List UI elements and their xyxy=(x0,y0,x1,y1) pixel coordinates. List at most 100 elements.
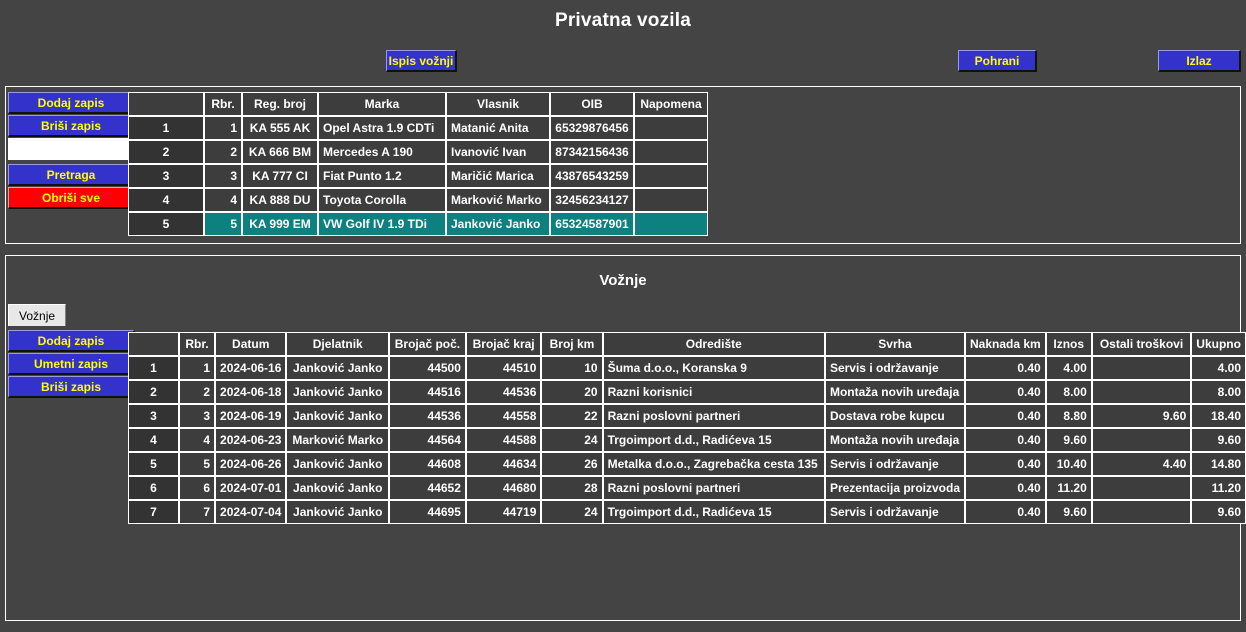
cell-svrha[interactable]: Montaža novih uređaja xyxy=(824,428,965,452)
cell-datum[interactable]: 2024-06-23 xyxy=(215,428,287,452)
cell-vlasnik[interactable]: Maričić Marica xyxy=(446,164,550,188)
trips-add-record-button[interactable]: Dodaj zapis xyxy=(8,330,135,352)
cell-datum[interactable]: 2024-07-04 xyxy=(215,500,287,524)
cell-datum[interactable]: 2024-06-26 xyxy=(215,452,287,476)
row-header-cell[interactable]: 2 xyxy=(128,380,179,404)
trips-col-iznos[interactable]: Iznos xyxy=(1045,332,1092,356)
cell-djelatnik[interactable]: Janković Janko xyxy=(286,500,390,524)
cell-brojac-poc[interactable]: 44695 xyxy=(389,500,466,524)
cell-ostali-troskovi[interactable] xyxy=(1091,356,1192,380)
cell-svrha[interactable]: Montaža novih uređaja xyxy=(824,380,965,404)
cell-broj-km[interactable]: 24 xyxy=(541,428,603,452)
cell-djelatnik[interactable]: Marković Marko xyxy=(286,428,390,452)
cell-svrha[interactable]: Dostava robe kupcu xyxy=(824,404,965,428)
cell-naknada-km[interactable]: 0.40 xyxy=(965,500,1046,524)
cell-svrha[interactable]: Servis i održavanje xyxy=(824,500,965,524)
cell-iznos[interactable]: 11.20 xyxy=(1045,476,1092,500)
row-header-cell[interactable]: 7 xyxy=(128,500,179,524)
cell-iznos[interactable]: 4.00 xyxy=(1045,356,1092,380)
vehicles-search-input[interactable] xyxy=(8,138,135,160)
table-row[interactable]: 6 6 2024-07-01 Janković Janko 44652 44680 28 Ra… xyxy=(128,476,1246,500)
cell-vlasnik[interactable]: Ivanović Ivan xyxy=(446,140,550,164)
cell-brojac-kraj[interactable]: 44588 xyxy=(465,428,542,452)
cell-naknada-km[interactable]: 0.40 xyxy=(965,452,1046,476)
cell-ostali-troskovi[interactable] xyxy=(1091,476,1192,500)
row-header-cell[interactable]: 1 xyxy=(128,356,179,380)
trips-col-datum[interactable]: Datum xyxy=(215,332,287,356)
cell-napomena[interactable] xyxy=(634,212,708,236)
table-row[interactable]: 3 3 2024-06-19 Janković Janko 44536 44558 22 Ra… xyxy=(128,404,1246,428)
cell-rbr[interactable]: 2 xyxy=(178,380,216,404)
cell-djelatnik[interactable]: Janković Janko xyxy=(286,380,390,404)
table-row[interactable]: 4 4 2024-06-23 Marković Marko 44564 44588 24 Tr… xyxy=(128,428,1246,452)
cell-iznos[interactable]: 10.40 xyxy=(1045,452,1092,476)
vehicles-col-oib[interactable]: OIB xyxy=(550,92,634,116)
cell-iznos[interactable]: 8.00 xyxy=(1045,380,1092,404)
cell-naknada-km[interactable]: 0.40 xyxy=(965,356,1046,380)
table-row[interactable]: 4 4 KA 888 DU Toyota Corolla Marković Marko 3… xyxy=(128,188,708,212)
cell-iznos[interactable]: 9.60 xyxy=(1045,428,1092,452)
cell-vlasnik[interactable]: Matanić Anita xyxy=(446,116,550,140)
vehicles-add-record-button[interactable]: Dodaj zapis xyxy=(8,92,135,114)
trips-col-naknada-km[interactable]: Naknada km xyxy=(965,332,1046,356)
trips-col-ukupno[interactable]: Ukupno xyxy=(1191,332,1246,356)
cell-rbr[interactable]: 5 xyxy=(204,212,242,236)
cell-oib[interactable]: 65324587901 xyxy=(550,212,634,236)
cell-reg-broj[interactable]: KA 777 CI xyxy=(242,164,318,188)
vehicles-col-rbr[interactable]: Rbr. xyxy=(204,92,242,116)
cell-oib[interactable]: 65329876456 xyxy=(550,116,634,140)
row-header-cell[interactable]: 3 xyxy=(128,404,179,428)
cell-naknada-km[interactable]: 0.40 xyxy=(965,476,1046,500)
cell-naknada-km[interactable]: 0.40 xyxy=(965,404,1046,428)
cell-broj-km[interactable]: 24 xyxy=(541,500,603,524)
trips-col-djelatnik[interactable]: Djelatnik xyxy=(286,332,390,356)
cell-oib[interactable]: 87342156436 xyxy=(550,140,634,164)
cell-ukupno[interactable]: 11.20 xyxy=(1191,476,1246,500)
cell-ostali-troskovi[interactable]: 4.40 xyxy=(1091,452,1192,476)
row-header-cell[interactable]: 3 xyxy=(128,164,204,188)
cell-brojac-kraj[interactable]: 44634 xyxy=(465,452,542,476)
cell-napomena[interactable] xyxy=(634,188,708,212)
cell-ostali-troskovi[interactable]: 9.60 xyxy=(1091,404,1192,428)
cell-djelatnik[interactable]: Janković Janko xyxy=(286,404,390,428)
cell-odrediste[interactable]: Razni korisnici xyxy=(602,380,825,404)
table-row[interactable]: 1 1 KA 555 AK Opel Astra 1.9 CDTi Matanić An… xyxy=(128,116,708,140)
cell-odrediste[interactable]: Šuma d.o.o., Koranska 9 xyxy=(602,356,825,380)
vehicles-delete-record-button[interactable]: Briši zapis xyxy=(8,115,135,137)
cell-oib[interactable]: 43876543259 xyxy=(550,164,634,188)
cell-napomena[interactable] xyxy=(634,164,708,188)
cell-djelatnik[interactable]: Janković Janko xyxy=(286,452,390,476)
exit-button[interactable]: Izlaz xyxy=(1158,50,1241,72)
cell-reg-broj[interactable]: KA 999 EM xyxy=(242,212,318,236)
vehicles-search-button[interactable]: Pretraga xyxy=(8,164,135,186)
cell-rbr[interactable]: 1 xyxy=(178,356,216,380)
cell-napomena[interactable] xyxy=(634,140,708,164)
cell-reg-broj[interactable]: KA 555 AK xyxy=(242,116,318,140)
table-row[interactable]: 2 2 2024-06-18 Janković Janko 44516 44536 20 Ra… xyxy=(128,380,1246,404)
cell-brojac-poc[interactable]: 44536 xyxy=(389,404,466,428)
cell-rbr[interactable]: 3 xyxy=(178,404,216,428)
table-row[interactable]: 5 5 2024-06-26 Janković Janko 44608 44634 26 Me… xyxy=(128,452,1246,476)
row-header-cell[interactable]: 5 xyxy=(128,452,179,476)
trips-col-blank[interactable] xyxy=(128,332,179,356)
cell-odrediste[interactable]: Trgoimport d.d., Radićeva 15 xyxy=(602,500,825,524)
cell-rbr[interactable]: 6 xyxy=(178,476,216,500)
cell-ostali-troskovi[interactable] xyxy=(1091,500,1192,524)
cell-svrha[interactable]: Prezentacija proizvoda xyxy=(824,476,965,500)
cell-vlasnik[interactable]: Marković Marko xyxy=(446,188,550,212)
cell-broj-km[interactable]: 20 xyxy=(541,380,603,404)
print-trips-button[interactable]: Ispis vožnji xyxy=(386,50,457,72)
cell-svrha[interactable]: Servis i održavanje xyxy=(824,356,965,380)
table-row[interactable]: 3 3 KA 777 CI Fiat Punto 1.2 Maričić Marica 4… xyxy=(128,164,708,188)
cell-rbr[interactable]: 3 xyxy=(204,164,242,188)
cell-brojac-poc[interactable]: 44500 xyxy=(389,356,466,380)
vehicles-col-blank[interactable] xyxy=(128,92,204,116)
cell-rbr[interactable]: 2 xyxy=(204,140,242,164)
cell-rbr[interactable]: 5 xyxy=(178,452,216,476)
cell-odrediste[interactable]: Razni poslovni partneri xyxy=(602,404,825,428)
trips-col-rbr[interactable]: Rbr. xyxy=(178,332,216,356)
cell-marka[interactable]: Toyota Corolla xyxy=(318,188,446,212)
cell-ostali-troskovi[interactable] xyxy=(1091,380,1192,404)
cell-datum[interactable]: 2024-07-01 xyxy=(215,476,287,500)
row-header-cell[interactable]: 1 xyxy=(128,116,204,140)
